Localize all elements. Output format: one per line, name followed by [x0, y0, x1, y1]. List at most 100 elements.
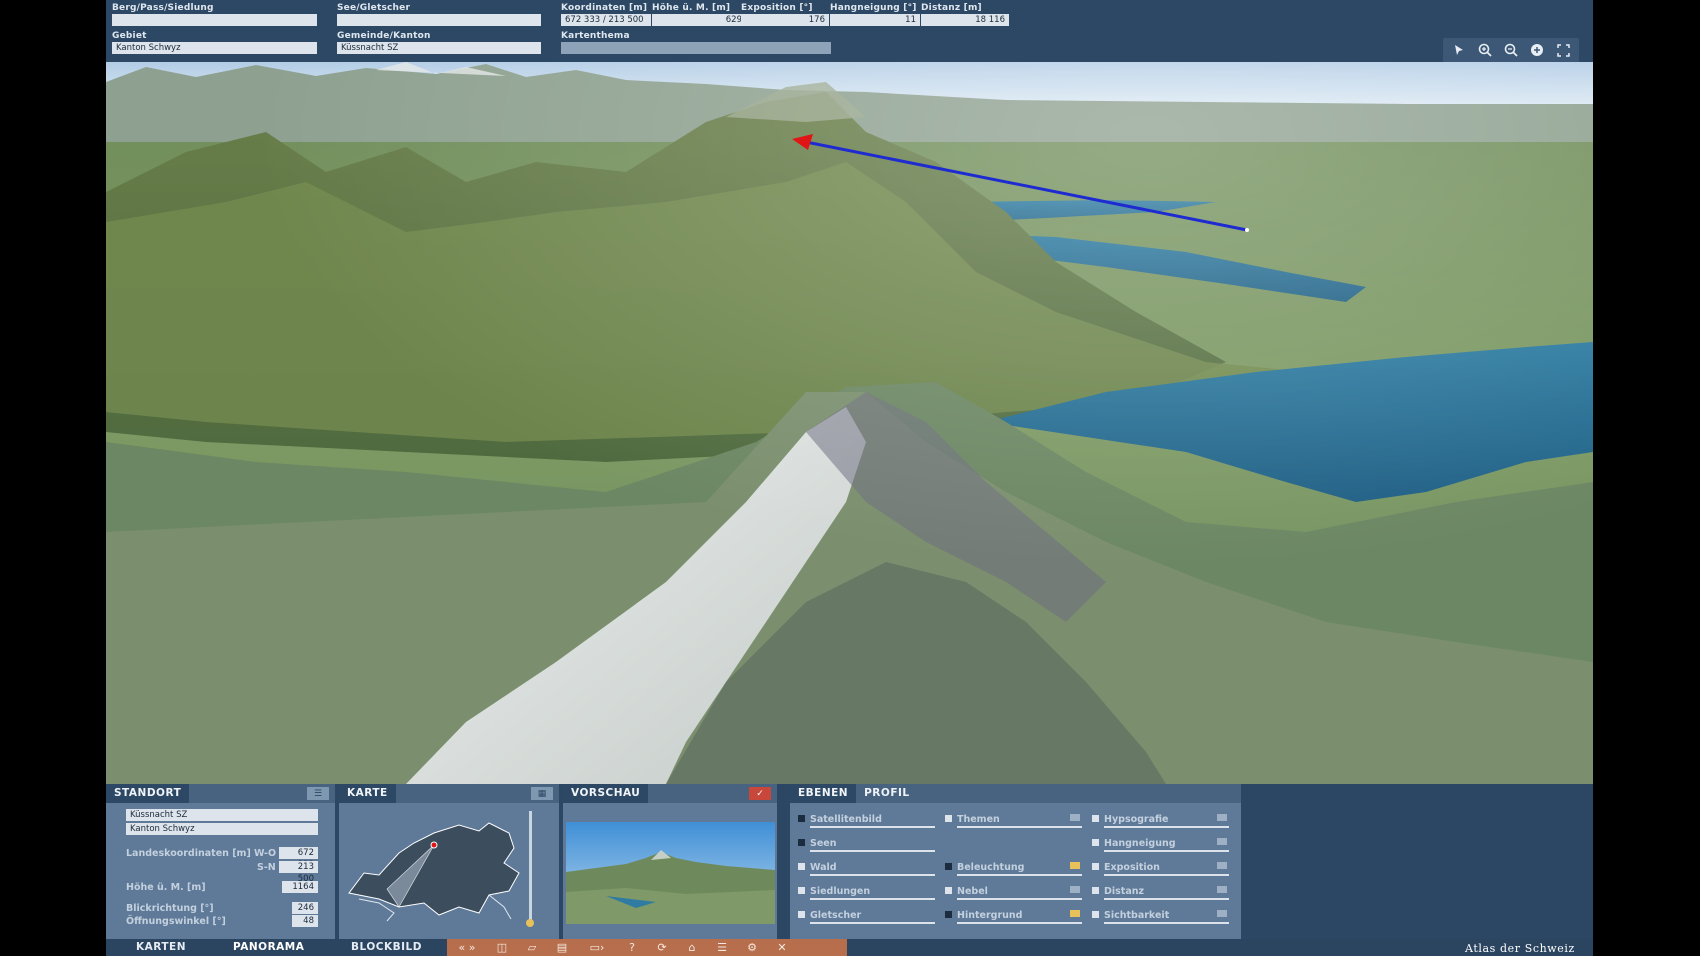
- altitude-slider-handle[interactable]: [526, 919, 534, 927]
- berg-value[interactable]: [112, 14, 317, 26]
- brand-logo: Atlas der Schweiz: [1465, 942, 1575, 955]
- pointer-icon[interactable]: [1447, 40, 1471, 60]
- layer-checkbox[interactable]: [945, 911, 952, 918]
- zoom-out-icon[interactable]: [1499, 40, 1523, 60]
- rotate-icon[interactable]: ⟳: [647, 939, 677, 956]
- field-exposition: Exposition [°] 176: [741, 2, 829, 26]
- layer-checkbox[interactable]: [1092, 863, 1099, 870]
- layer-checkbox[interactable]: [798, 839, 805, 846]
- gebiet-value[interactable]: Kanton Schwyz: [112, 42, 317, 54]
- layer-label: Satellitenbild: [810, 813, 935, 828]
- layer-checkbox[interactable]: [1092, 839, 1099, 846]
- see-value[interactable]: [337, 14, 541, 26]
- wo-value[interactable]: 672 333: [279, 847, 318, 870]
- field-label: Koordinaten [m]: [561, 3, 648, 13]
- layer-label: Nebel: [957, 885, 1082, 900]
- help-icon[interactable]: ?: [617, 939, 647, 956]
- layer-checkbox[interactable]: [1092, 887, 1099, 894]
- layer-options[interactable]: [1217, 862, 1227, 869]
- tab-ebenen[interactable]: EBENEN: [790, 784, 857, 803]
- layer-options[interactable]: [1217, 814, 1227, 821]
- layer-checkbox[interactable]: [945, 815, 952, 822]
- layer-options[interactable]: [1217, 886, 1227, 893]
- altitude-slider-track[interactable]: [529, 811, 532, 921]
- hoehe-input[interactable]: 1164: [282, 881, 318, 893]
- field-kartenthema: Kartenthema: [561, 30, 831, 54]
- layer-checkbox[interactable]: [798, 887, 805, 894]
- field-gebiet: Gebiet Kanton Schwyz: [112, 30, 317, 54]
- oeffnung-label: Öffnungswinkel [°]: [126, 916, 226, 927]
- sn-value[interactable]: 213 500: [279, 861, 318, 884]
- karte-header: KARTE ▦: [339, 784, 559, 803]
- info-bar: Berg/Pass/Siedlung See/Gletscher Koordin…: [106, 0, 1593, 66]
- tab-profil[interactable]: PROFIL: [856, 784, 918, 803]
- list-icon[interactable]: ☰: [307, 787, 329, 800]
- field-label: Höhe ü. M. [m]: [652, 3, 731, 13]
- panorama-3d-view[interactable]: [106, 62, 1593, 784]
- layer-options[interactable]: [1070, 910, 1080, 917]
- settings-icon[interactable]: ⚙: [737, 939, 767, 956]
- profile-end-marker[interactable]: [1245, 228, 1249, 232]
- layer-label: Beleuchtung: [957, 861, 1082, 876]
- layer-label: Distanz: [1104, 885, 1229, 900]
- field-hangneigung: Hangneigung [°] 11: [830, 2, 920, 26]
- previous-icon[interactable]: « »: [447, 939, 487, 956]
- field-hoehe: Höhe ü. M. [m] 629: [652, 2, 746, 26]
- zoom-in-icon[interactable]: [1473, 40, 1497, 60]
- location-marker[interactable]: [430, 841, 438, 849]
- wo-label: W-O: [254, 848, 277, 859]
- layer-options[interactable]: [1217, 910, 1227, 917]
- layer-checkbox[interactable]: [1092, 911, 1099, 918]
- field-label: Exposition [°]: [741, 3, 813, 13]
- tab-panorama[interactable]: PANORAMA: [233, 939, 304, 956]
- layer-checkbox[interactable]: [798, 911, 805, 918]
- field-label: See/Gletscher: [337, 3, 411, 13]
- main-nav: KARTEN PANORAMA BLOCKBILD « » ◫ ▱ ▤ ▭› ?…: [106, 939, 1593, 956]
- fullscreen-icon[interactable]: [1551, 40, 1575, 60]
- hoehe-value: 629: [652, 14, 746, 26]
- vorschau-header: VORSCHAU ✓: [563, 784, 777, 803]
- home-icon[interactable]: ⌂: [677, 939, 707, 956]
- layer-options[interactable]: [1070, 862, 1080, 869]
- layer-options[interactable]: [1070, 814, 1080, 821]
- standort-place[interactable]: Küssnacht SZ: [126, 809, 318, 821]
- layer-options[interactable]: [1070, 886, 1080, 893]
- coords-label: Landeskoordinaten [m]: [126, 848, 251, 859]
- tab-karten[interactable]: KARTEN: [136, 939, 186, 956]
- control-panels: STANDORT ☰ Küssnacht SZ Kanton Schwyz La…: [106, 784, 1593, 939]
- close-icon[interactable]: ✕: [767, 939, 797, 956]
- kartenthema-value[interactable]: [561, 42, 831, 54]
- lock-icon[interactable]: ▱: [517, 939, 547, 956]
- layer-label: Hypsografie: [1104, 813, 1229, 828]
- map-icon[interactable]: ▦: [531, 787, 553, 800]
- standort-region[interactable]: Kanton Schwyz: [126, 823, 318, 835]
- atlas-app: Berg/Pass/Siedlung See/Gletscher Koordin…: [106, 0, 1593, 956]
- layer-options[interactable]: [1217, 838, 1227, 845]
- layer-checkbox[interactable]: [945, 863, 952, 870]
- tab-blockbild[interactable]: BLOCKBILD: [351, 939, 422, 956]
- gemeinde-value[interactable]: Küssnacht SZ: [337, 42, 541, 54]
- field-berg: Berg/Pass/Siedlung: [112, 2, 317, 26]
- layer-checkbox[interactable]: [1092, 815, 1099, 822]
- blick-input[interactable]: 246: [292, 902, 318, 914]
- hoehe-label: Höhe ü. M. [m]: [126, 882, 206, 893]
- oeffnung-input[interactable]: 48: [292, 915, 318, 927]
- save-icon[interactable]: ◫: [487, 939, 517, 956]
- karte-title: KARTE: [339, 784, 396, 803]
- check-icon[interactable]: ✓: [749, 787, 771, 800]
- export-icon[interactable]: ▭›: [577, 939, 617, 956]
- distanz-value: 18 116: [921, 14, 1009, 26]
- print-icon[interactable]: ▤: [547, 939, 577, 956]
- layer-label: Exposition: [1104, 861, 1229, 876]
- layer-checkbox[interactable]: [798, 863, 805, 870]
- pan-icon[interactable]: [1525, 40, 1549, 60]
- list-icon[interactable]: ☰: [707, 939, 737, 956]
- vorschau-title: VORSCHAU: [563, 784, 649, 803]
- layer-label: Hintergrund: [957, 909, 1082, 924]
- layer-label: Gletscher: [810, 909, 935, 924]
- field-koordinaten: Koordinaten [m] 672 333 / 213 500: [561, 2, 651, 26]
- field-label: Gemeinde/Kanton: [337, 31, 431, 41]
- layer-checkbox[interactable]: [798, 815, 805, 822]
- layer-checkbox[interactable]: [945, 887, 952, 894]
- switzerland-minimap[interactable]: [339, 803, 559, 939]
